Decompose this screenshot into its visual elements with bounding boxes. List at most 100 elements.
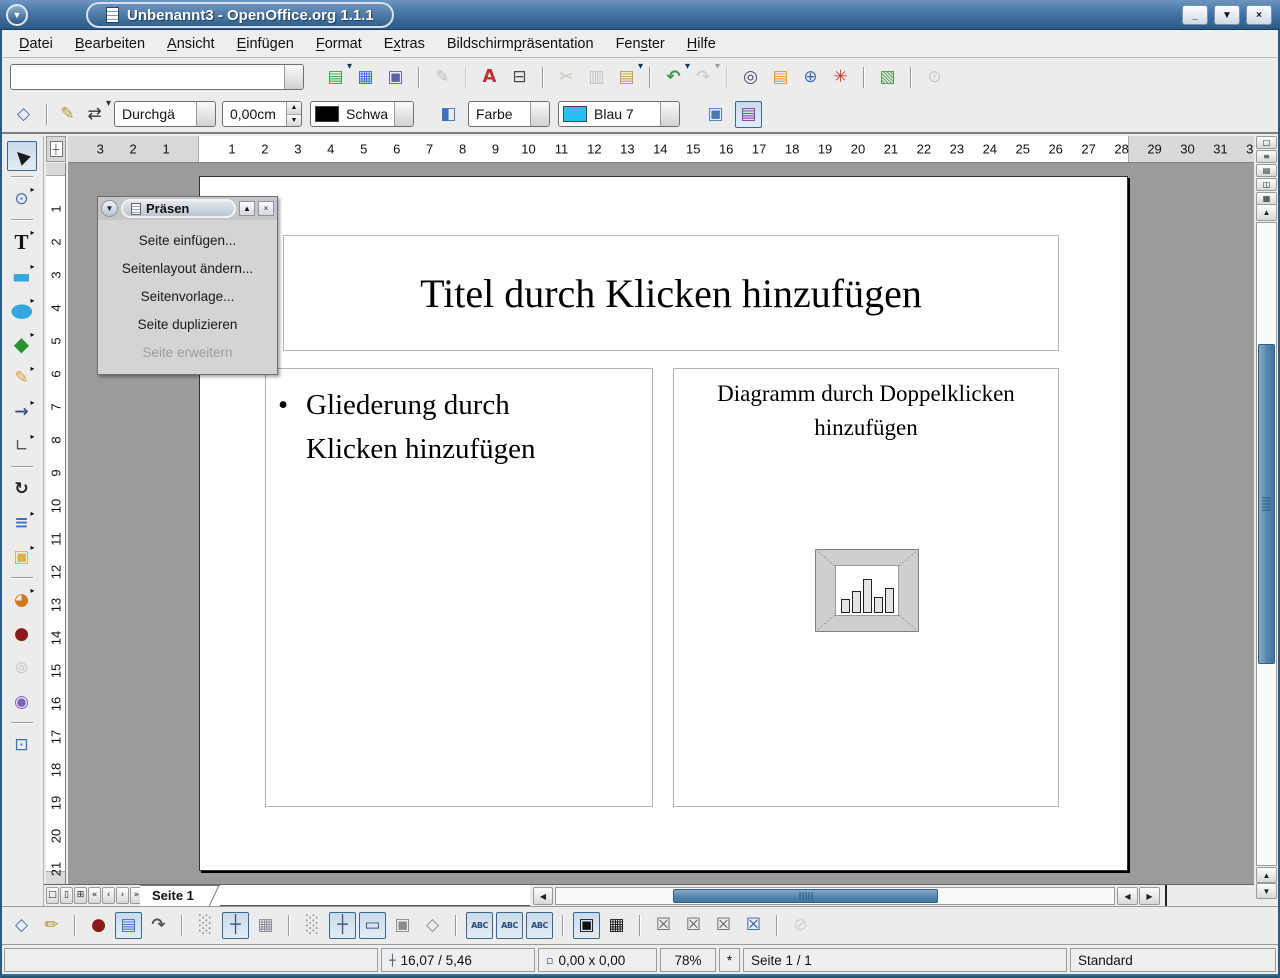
spin-down-icon[interactable]: ▼ xyxy=(287,115,301,127)
palette-item-seite-einfuegen[interactable]: Seite einfügen... xyxy=(98,226,277,254)
master-mode-button[interactable]: ▯ xyxy=(60,887,73,904)
helplines-moving-button[interactable]: ▦ xyxy=(252,912,279,939)
scroll-up-button-2[interactable]: ▲ xyxy=(1256,867,1277,883)
ruler-origin-box[interactable]: ┼ xyxy=(46,136,66,162)
window-menu-button[interactable]: ▼ xyxy=(6,4,28,26)
snap-to-grid-button[interactable]: ░ xyxy=(299,912,326,939)
undo-button[interactable]: ↶ xyxy=(660,64,687,91)
next-page-button[interactable]: › xyxy=(116,887,129,904)
new-document-button[interactable]: ▤ xyxy=(322,64,349,91)
vertical-scroll-thumb[interactable] xyxy=(1258,344,1275,664)
rotate-tool[interactable]: ↻ xyxy=(7,474,37,504)
shadow-button[interactable]: ▣ xyxy=(702,101,729,128)
scroll-left-button-2[interactable]: ◀ xyxy=(1117,887,1138,905)
menu-datei[interactable]: Datei xyxy=(8,32,64,56)
url-input[interactable] xyxy=(11,65,284,89)
status-position[interactable]: ┼ 16,07 / 5,46 xyxy=(381,948,535,972)
menu-bearbeiten[interactable]: Bearbeiten xyxy=(64,32,156,56)
status-style[interactable]: Standard xyxy=(1070,948,1276,972)
palette-item-seite-duplizieren[interactable]: Seite duplizieren xyxy=(98,310,277,338)
scroll-right-button[interactable]: ▶ xyxy=(1139,887,1160,905)
status-size[interactable]: ▫ 0,00 x 0,00 xyxy=(538,948,657,972)
minimize-button[interactable]: _ xyxy=(1182,5,1208,25)
snap-to-page-margins-button[interactable]: ▭ xyxy=(359,912,386,939)
zoom-button[interactable]: ✳ xyxy=(827,64,854,91)
palette-title-bar[interactable]: ▼ Präsen ▲ × xyxy=(98,197,277,220)
line-contour-button[interactable]: ☒ xyxy=(740,912,767,939)
allow-effects-button[interactable]: ● xyxy=(85,912,112,939)
double-click-edit-text-button[interactable]: ABC xyxy=(526,912,553,939)
maximize-button[interactable]: ▼ xyxy=(1214,5,1240,25)
title-placeholder[interactable]: Titel durch Klicken hinzufügen xyxy=(283,235,1059,351)
fill-color-dropdown-button[interactable] xyxy=(660,102,679,126)
slide-canvas[interactable]: Titel durch Klicken hinzufügen •Gliederu… xyxy=(199,176,1128,871)
insert-tool[interactable]: ◕ xyxy=(7,585,37,615)
page-mode-button[interactable]: □ xyxy=(46,887,59,904)
create-with-attributes-button[interactable]: ▦ xyxy=(603,912,630,939)
paste-button[interactable]: ▤ xyxy=(613,64,640,91)
show-snap-lines-button[interactable]: ┼ xyxy=(222,912,249,939)
scroll-up-button[interactable]: ▲ xyxy=(1256,204,1277,221)
exit-all-groups-button[interactable]: ⊘ xyxy=(787,912,814,939)
copy-button[interactable]: ▥ xyxy=(583,64,610,91)
redo-button[interactable]: ↷ xyxy=(690,64,717,91)
menu-bildschirmpraesentation[interactable]: Bildschirmpräsentation xyxy=(436,32,605,56)
select-text-area-button[interactable]: ABC xyxy=(496,912,523,939)
horizontal-scroll-thumb[interactable] xyxy=(673,889,938,903)
rotate-after-click-button[interactable]: ↷ xyxy=(145,912,172,939)
snap-to-object-points-button[interactable]: ◇ xyxy=(419,912,446,939)
presentation-tool[interactable]: ⊡ xyxy=(7,730,37,760)
cut-button[interactable]: ✂ xyxy=(553,64,580,91)
interaction-tool[interactable]: ⊚ xyxy=(7,653,37,683)
search-button[interactable]: ⊙ xyxy=(921,64,948,91)
scroll-down-button[interactable]: ▼ xyxy=(1256,883,1277,899)
fill-type-combo[interactable]: Farbe xyxy=(468,101,550,127)
vertical-scroll-track[interactable] xyxy=(1256,222,1277,866)
spin-up-icon[interactable]: ▲ xyxy=(287,102,301,115)
alignment-tool[interactable]: ≡ xyxy=(7,508,37,538)
connector-tool[interactable]: ∟ xyxy=(7,431,37,461)
drawing-view-button[interactable]: □ xyxy=(1256,136,1277,149)
line-color-combo[interactable]: Schwa xyxy=(310,101,414,127)
line-style-combo[interactable]: Durchgä xyxy=(114,101,216,127)
menu-ansicht[interactable]: Ansicht xyxy=(156,32,226,56)
open-document-button[interactable]: ▦ xyxy=(352,64,379,91)
fill-dialog-button[interactable]: ◧ xyxy=(435,101,462,128)
effects-tool[interactable]: ● xyxy=(7,619,37,649)
zoom-tool[interactable]: ⊙ xyxy=(7,184,37,214)
vertical-ruler[interactable]: 123456789101112131415161718192021 xyxy=(46,163,66,884)
url-dropdown-button[interactable] xyxy=(284,65,303,89)
arrow-ends-button[interactable]: ⇄ xyxy=(81,101,108,128)
snap-to-snap-lines-button[interactable]: ┼ xyxy=(329,912,356,939)
arrange-tool[interactable]: ▣ xyxy=(7,542,37,572)
ellipse-tool[interactable]: ● xyxy=(7,295,37,325)
palette-item-seitenvorlage[interactable]: Seitenvorlage... xyxy=(98,282,277,310)
menu-einfuegen[interactable]: Einfügen xyxy=(226,32,305,56)
url-combo[interactable] xyxy=(10,64,304,90)
curve-tool[interactable]: ✎ xyxy=(7,363,37,393)
first-page-button[interactable]: « xyxy=(88,887,101,904)
text-tool[interactable]: T xyxy=(7,227,37,257)
palette-shade-button[interactable]: ▲ xyxy=(239,201,255,216)
menu-hilfe[interactable]: Hilfe xyxy=(676,32,727,56)
allow-interaction-button[interactable]: ▤ xyxy=(115,912,142,939)
navigator-button[interactable]: ◎ xyxy=(737,64,764,91)
horizontal-ruler[interactable]: 321 123456789101112131415161718192021222… xyxy=(68,136,1254,163)
edit-points-mode-button[interactable]: ◇ xyxy=(8,912,35,939)
page-tab[interactable]: Seite 1 xyxy=(140,885,220,906)
modify-with-attributes-button[interactable]: ▣ xyxy=(573,912,600,939)
previous-page-button[interactable]: ‹ xyxy=(102,887,115,904)
hyperlink-button[interactable]: ⊕ xyxy=(797,64,824,91)
line-color-dropdown-button[interactable] xyxy=(394,102,413,126)
print-button[interactable]: ⊟ xyxy=(506,64,533,91)
text-placeholders-button[interactable]: ☒ xyxy=(710,912,737,939)
objects3d-tool[interactable]: ◆ xyxy=(7,329,37,359)
export-pdf-button[interactable]: A xyxy=(476,64,503,91)
save-document-button[interactable]: ▣ xyxy=(382,64,409,91)
edit-file-button[interactable]: ✎ xyxy=(429,64,456,91)
controller3d-tool[interactable]: ◉ xyxy=(7,687,37,717)
palette-item-seite-erweitern[interactable]: Seite erweitern xyxy=(98,338,277,366)
presentation-styles-button[interactable]: ▤ xyxy=(735,101,762,128)
gallery-button[interactable]: ▧ xyxy=(874,64,901,91)
notes-view-button[interactable]: ◫ xyxy=(1256,178,1277,191)
